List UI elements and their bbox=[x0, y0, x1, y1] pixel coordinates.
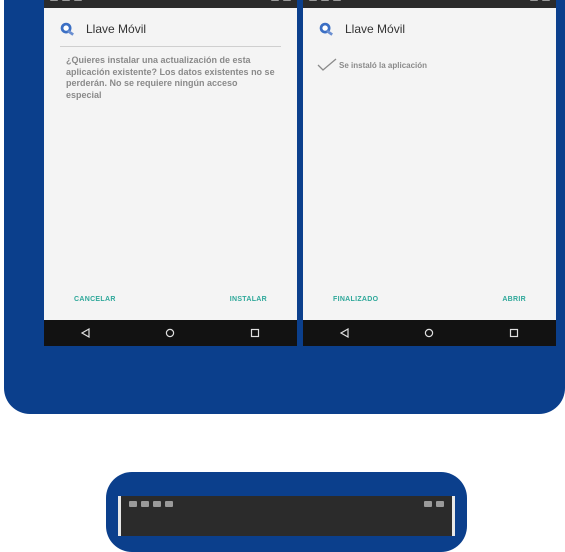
install-status: Se instaló la aplicación bbox=[303, 44, 556, 72]
status-bar bbox=[121, 496, 452, 512]
install-complete-screen: Llave Móvil Se instaló la aplicación FIN… bbox=[303, 0, 556, 346]
app-header: Llave Móvil bbox=[303, 14, 556, 44]
status-message: Se instaló la aplicación bbox=[339, 60, 428, 70]
navigation-bar bbox=[44, 320, 297, 346]
notification-icon bbox=[165, 501, 173, 507]
recents-icon bbox=[250, 328, 259, 338]
signal-icon bbox=[424, 501, 432, 507]
app-title: Llave Móvil bbox=[86, 22, 147, 36]
back-icon bbox=[340, 328, 349, 338]
bottom-blue-card bbox=[106, 472, 467, 552]
app-header: Llave Móvil bbox=[44, 14, 297, 44]
notification-icon bbox=[74, 0, 82, 1]
partial-phone-screen bbox=[118, 496, 455, 536]
recents-icon bbox=[509, 328, 518, 338]
status-bar bbox=[44, 0, 297, 8]
signal-icon bbox=[530, 0, 538, 1]
notification-icon bbox=[129, 501, 137, 507]
recents-button[interactable] bbox=[248, 326, 262, 340]
action-bar: FINALIZADO ABRIR bbox=[303, 288, 556, 310]
battery-icon bbox=[436, 501, 444, 507]
notification-icon bbox=[321, 0, 329, 1]
install-button[interactable]: INSTALAR bbox=[230, 296, 267, 303]
done-button[interactable]: FINALIZADO bbox=[333, 296, 378, 303]
install-message: ¿Quieres instalar una actualización de e… bbox=[66, 55, 275, 100]
notification-icon bbox=[141, 501, 149, 507]
battery-icon bbox=[542, 0, 550, 1]
navigation-bar bbox=[303, 320, 556, 346]
notification-icon bbox=[333, 0, 341, 1]
back-icon bbox=[81, 328, 90, 338]
battery-icon bbox=[283, 0, 291, 1]
app-icon bbox=[319, 22, 333, 36]
app-icon bbox=[60, 22, 74, 36]
home-icon bbox=[425, 328, 434, 338]
blue-panel: Llave Móvil ¿Quieres instalar una actual… bbox=[4, 0, 565, 414]
home-button[interactable] bbox=[422, 326, 436, 340]
notification-icon bbox=[309, 0, 317, 1]
home-icon bbox=[166, 328, 175, 338]
check-icon bbox=[317, 58, 337, 71]
status-bar bbox=[303, 0, 556, 8]
notification-icon bbox=[62, 0, 70, 1]
app-title: Llave Móvil bbox=[345, 22, 406, 36]
signal-icon bbox=[271, 0, 279, 1]
back-button[interactable] bbox=[338, 326, 352, 340]
cancel-button[interactable]: CANCELAR bbox=[74, 296, 116, 303]
recents-button[interactable] bbox=[507, 326, 521, 340]
notification-icon bbox=[50, 0, 58, 1]
notification-icon bbox=[153, 501, 161, 507]
install-update-screen: Llave Móvil ¿Quieres instalar una actual… bbox=[44, 0, 297, 346]
action-bar: CANCELAR INSTALAR bbox=[44, 288, 297, 310]
back-button[interactable] bbox=[79, 326, 93, 340]
open-button[interactable]: ABRIR bbox=[502, 296, 526, 303]
home-button[interactable] bbox=[163, 326, 177, 340]
